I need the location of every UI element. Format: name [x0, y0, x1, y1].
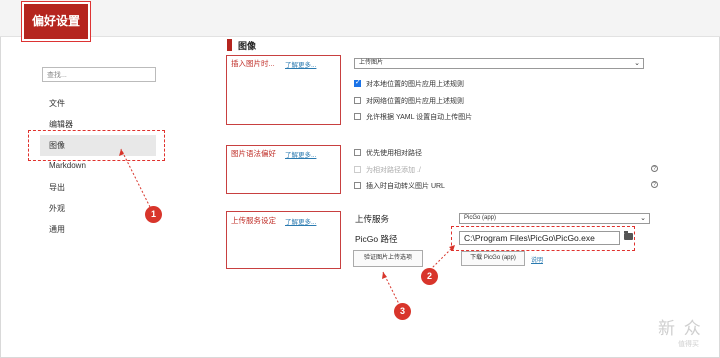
- annotation-badge-3: 3: [394, 303, 411, 320]
- annotation-arrows: [119, 148, 456, 307]
- watermark-subtext: 值得买: [678, 341, 699, 348]
- annotation-badge-1: 1: [145, 206, 162, 223]
- annotation-badge-2: 2: [421, 268, 438, 285]
- watermark-logo: 新 众: [658, 319, 703, 338]
- annotation-arrowhead-3: [382, 272, 387, 279]
- annotation-arrow-1: [120, 148, 151, 208]
